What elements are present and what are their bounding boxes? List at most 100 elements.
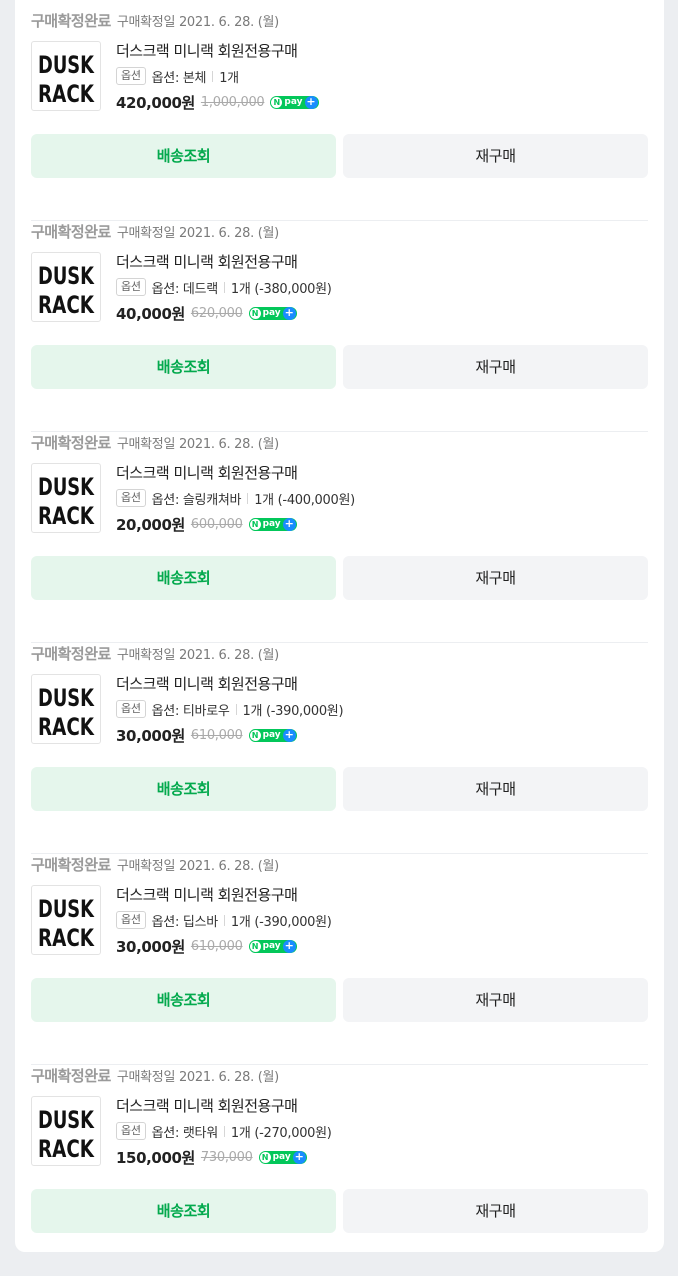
npay-text: pay xyxy=(272,1151,291,1162)
order-item: 구매확정완료 구매확정일 2021. 6. 28. (월) DUSK RACK … xyxy=(31,432,648,643)
option-divider xyxy=(223,914,225,926)
original-price: 610,000 xyxy=(190,938,243,954)
svg-text:RACK: RACK xyxy=(38,291,95,319)
npay-n-icon: N xyxy=(249,940,261,952)
confirm-date: 구매확정일 2021. 6. 28. (월) xyxy=(116,15,279,30)
option-badge: 옵션 xyxy=(116,1122,146,1140)
product-title[interactable]: 더스크랙 미니랙 회원전용구매 xyxy=(116,1095,648,1117)
product-thumbnail[interactable]: DUSK RACK xyxy=(31,1096,101,1166)
option-value: 옵션: 티바로우 xyxy=(151,703,230,719)
npay-plus-badge: N pay + xyxy=(248,728,297,742)
order-item: 구매확정완료 구매확정일 2021. 6. 28. (월) DUSK RACK … xyxy=(31,643,648,854)
option-value: 옵션: 데드랙 xyxy=(151,281,219,297)
confirm-date: 구매확정일 2021. 6. 28. (월) xyxy=(116,1070,279,1085)
npay-plus-badge: N pay + xyxy=(270,95,319,109)
rebuy-button[interactable]: 재구매 xyxy=(343,556,648,600)
option-divider xyxy=(223,1125,225,1137)
npay-plus-badge: N pay + xyxy=(248,306,297,320)
option-badge: 옵션 xyxy=(116,67,146,85)
product-title[interactable]: 더스크랙 미니랙 회원전용구매 xyxy=(116,40,648,62)
product-thumbnail[interactable]: DUSK RACK xyxy=(31,674,101,744)
option-divider xyxy=(235,703,237,715)
npay-plus-icon: + xyxy=(292,1149,306,1164)
svg-text:DUSK: DUSK xyxy=(38,1106,95,1134)
svg-text:DUSK: DUSK xyxy=(38,895,95,923)
option-row: 옵션 옵션: 티바로우 1개 (-390,000원) xyxy=(116,699,648,719)
order-item: 구매확정완료 구매확정일 2021. 6. 28. (월) DUSK RACK … xyxy=(31,854,648,1065)
confirm-date: 구매확정일 2021. 6. 28. (월) xyxy=(116,226,279,241)
confirm-date: 구매확정일 2021. 6. 28. (월) xyxy=(116,437,279,452)
option-divider xyxy=(223,281,225,293)
npay-text: pay xyxy=(262,729,281,740)
dusk-rack-logo: DUSK RACK xyxy=(38,1106,95,1163)
option-row: 옵션 옵션: 슬링캐쳐바 1개 (-400,000원) xyxy=(116,488,648,508)
order-status-row: 구매확정완료 구매확정일 2021. 6. 28. (월) xyxy=(31,1065,279,1087)
original-price: 620,000 xyxy=(190,305,243,321)
rebuy-button[interactable]: 재구매 xyxy=(343,1189,648,1233)
order-status-row: 구매확정완료 구매확정일 2021. 6. 28. (월) xyxy=(31,10,279,32)
rebuy-button[interactable]: 재구매 xyxy=(343,134,648,178)
order-status-row: 구매확정완료 구매확정일 2021. 6. 28. (월) xyxy=(31,221,279,243)
npay-plus-badge: N pay + xyxy=(248,939,297,953)
track-delivery-button[interactable]: 배송조회 xyxy=(31,978,336,1022)
track-delivery-button[interactable]: 배송조회 xyxy=(31,767,336,811)
dusk-rack-logo: DUSK RACK xyxy=(38,684,95,741)
order-status-row: 구매확정완료 구매확정일 2021. 6. 28. (월) xyxy=(31,643,279,665)
product-thumbnail[interactable]: DUSK RACK xyxy=(31,252,101,322)
price-row: 30,000원 610,000 N pay + xyxy=(116,935,648,957)
npay-n-icon: N xyxy=(249,729,261,741)
option-quantity: 1개 (-390,000원) xyxy=(230,914,332,930)
product-thumbnail[interactable]: DUSK RACK xyxy=(31,463,101,533)
original-price: 610,000 xyxy=(190,727,243,743)
option-quantity: 1개 (-390,000원) xyxy=(242,703,344,719)
product-info: 더스크랙 미니랙 회원전용구매 옵션 옵션: 랫타워 1개 (-270,000원… xyxy=(116,1095,648,1168)
product-title[interactable]: 더스크랙 미니랙 회원전용구매 xyxy=(116,462,648,484)
order-status: 구매확정완료 xyxy=(31,434,111,452)
rebuy-button[interactable]: 재구매 xyxy=(343,767,648,811)
npay-text: pay xyxy=(262,307,281,318)
option-quantity: 1개 (-400,000원) xyxy=(254,492,355,508)
option-badge: 옵션 xyxy=(116,700,146,718)
confirm-date: 구매확정일 2021. 6. 28. (월) xyxy=(116,648,279,663)
npay-plus-badge: N pay + xyxy=(248,517,297,531)
svg-text:DUSK: DUSK xyxy=(38,684,95,712)
product-title[interactable]: 더스크랙 미니랙 회원전용구매 xyxy=(116,673,648,695)
product-thumbnail[interactable]: DUSK RACK xyxy=(31,885,101,955)
price-row: 150,000원 730,000 N pay + xyxy=(116,1146,648,1168)
rebuy-button[interactable]: 재구매 xyxy=(343,345,648,389)
track-delivery-button[interactable]: 배송조회 xyxy=(31,345,336,389)
option-badge: 옵션 xyxy=(116,278,146,296)
dusk-rack-logo: DUSK RACK xyxy=(38,262,95,319)
rebuy-button[interactable]: 재구매 xyxy=(343,978,648,1022)
option-badge: 옵션 xyxy=(116,489,146,507)
npay-plus-badge: N pay + xyxy=(258,1149,307,1164)
original-price: 730,000 xyxy=(200,1149,253,1165)
track-delivery-button[interactable]: 배송조회 xyxy=(31,556,336,600)
order-status: 구매확정완료 xyxy=(31,645,111,663)
npay-n-icon: N xyxy=(271,96,283,108)
dusk-rack-logo: DUSK RACK xyxy=(38,51,95,108)
npay-text: pay xyxy=(262,940,281,951)
product-title[interactable]: 더스크랙 미니랙 회원전용구매 xyxy=(116,884,648,906)
option-divider xyxy=(247,492,249,504)
order-status: 구매확정완료 xyxy=(31,856,111,874)
npay-text: pay xyxy=(262,518,281,529)
option-quantity: 1개 xyxy=(219,70,239,86)
dusk-rack-logo: DUSK RACK xyxy=(38,895,95,952)
sale-price: 40,000원 xyxy=(116,304,185,323)
order-status-row: 구매확정완료 구매확정일 2021. 6. 28. (월) xyxy=(31,432,279,454)
sale-price: 20,000원 xyxy=(116,515,185,534)
track-delivery-button[interactable]: 배송조회 xyxy=(31,1189,336,1233)
original-price: 600,000 xyxy=(190,516,243,532)
order-status: 구매확정완료 xyxy=(31,223,111,241)
svg-text:RACK: RACK xyxy=(38,1135,95,1163)
svg-text:RACK: RACK xyxy=(38,80,95,108)
option-value: 옵션: 본체 xyxy=(151,70,207,86)
product-title[interactable]: 더스크랙 미니랙 회원전용구매 xyxy=(116,251,648,273)
svg-text:RACK: RACK xyxy=(38,924,95,952)
option-value: 옵션: 슬링캐쳐바 xyxy=(151,492,242,508)
option-row: 옵션 옵션: 딥스바 1개 (-390,000원) xyxy=(116,910,648,930)
track-delivery-button[interactable]: 배송조회 xyxy=(31,134,336,178)
option-value: 옵션: 딥스바 xyxy=(151,914,219,930)
product-thumbnail[interactable]: DUSK RACK xyxy=(31,41,101,111)
